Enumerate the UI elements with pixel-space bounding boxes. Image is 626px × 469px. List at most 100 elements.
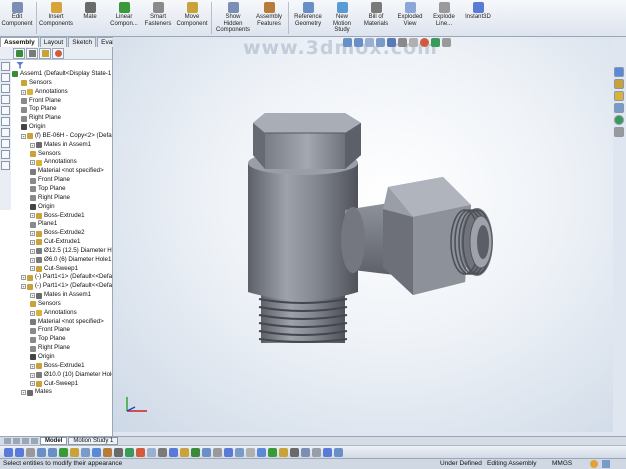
toolbar-tool-icon[interactable]	[103, 447, 112, 457]
tree-node[interactable]: + (-) Part1<1> (Default<<Defau	[12, 282, 112, 291]
toolbar-tool-icon[interactable]	[334, 447, 343, 457]
toolbar-tool-icon[interactable]	[180, 447, 189, 457]
tree-node[interactable]: + Cut-Sweep1	[12, 265, 112, 274]
toolbar-tool-icon[interactable]	[268, 447, 277, 457]
toolbar-tool-icon[interactable]	[290, 447, 299, 457]
side-tool-icon[interactable]	[1, 106, 10, 115]
exploded-view-button[interactable]: Exploded View	[393, 0, 427, 36]
tree-node[interactable]: + Cut-Sweep1	[12, 380, 112, 389]
expand-toggle-icon[interactable]: +	[21, 133, 26, 139]
toolbar-tool-icon[interactable]	[224, 447, 233, 457]
tree-node[interactable]: + Boss-Extrude2	[12, 229, 112, 238]
tree-node[interactable]: Origin	[12, 123, 112, 132]
expand-toggle-icon[interactable]: +	[30, 160, 35, 166]
toolbar-tool-icon[interactable]	[59, 447, 68, 457]
next-tab-arrow-icon[interactable]	[22, 438, 29, 444]
property-manager-tab[interactable]	[26, 47, 38, 59]
tree-node[interactable]: Right Plane	[12, 114, 112, 123]
toolbar-tool-icon[interactable]	[213, 447, 222, 457]
tab-sketch[interactable]: Sketch	[68, 37, 97, 47]
toolbar-tool-icon[interactable]	[81, 447, 90, 457]
tree-node[interactable]: Material <not specified>	[12, 318, 112, 327]
tab-model[interactable]: Model	[40, 437, 68, 445]
side-tool-icon[interactable]	[1, 84, 10, 93]
filter-icon[interactable]	[16, 61, 24, 69]
tree-node[interactable]: + Annotations	[12, 88, 112, 97]
feature-manager-tab[interactable]	[13, 47, 25, 59]
tree-node[interactable]: + Annotations	[12, 158, 112, 167]
graphics-area[interactable]: www.3dmox.com	[113, 37, 613, 432]
tree-node[interactable]: Front Plane	[12, 326, 112, 335]
toolbar-tool-icon[interactable]	[48, 447, 57, 457]
reference-geometry-button[interactable]: Reference Geometry	[291, 0, 325, 36]
tree-node[interactable]: Front Plane	[12, 97, 112, 106]
expand-toggle-icon[interactable]: +	[30, 142, 35, 148]
toolbar-tool-icon[interactable]	[114, 447, 123, 457]
tree-node[interactable]: + Mates in Assem1	[12, 291, 112, 300]
toolbar-tool-icon[interactable]	[279, 447, 288, 457]
3d-model-view[interactable]	[113, 37, 613, 432]
tree-node[interactable]: + Ø6.0 (6) Diameter Hole1	[12, 256, 112, 265]
assembly-features-button[interactable]: Assembly Features	[252, 0, 286, 36]
toolbar-tool-icon[interactable]	[235, 447, 244, 457]
expand-toggle-icon[interactable]: +	[30, 266, 35, 272]
expand-toggle-icon[interactable]: +	[21, 284, 26, 290]
side-tool-icon[interactable]	[1, 62, 10, 71]
last-tab-arrow-icon[interactable]	[31, 438, 38, 444]
toolbar-tool-icon[interactable]	[202, 447, 211, 457]
toolbar-tool-icon[interactable]	[323, 447, 332, 457]
expand-toggle-icon[interactable]: +	[30, 239, 35, 245]
mate-button[interactable]: Mate	[73, 0, 107, 36]
edit-component-button[interactable]: Edit Component	[0, 0, 34, 36]
toolbar-tool-icon[interactable]	[246, 447, 255, 457]
expand-toggle-icon[interactable]: +	[21, 275, 26, 281]
toolbar-tool-icon[interactable]	[301, 447, 310, 457]
toolbar-tool-icon[interactable]	[92, 447, 101, 457]
prev-tab-arrow-icon[interactable]	[13, 438, 20, 444]
tab-assembly[interactable]: Assembly	[0, 37, 39, 47]
expand-toggle-icon[interactable]: +	[30, 231, 35, 237]
tree-node[interactable]: + Ø12.5 (12.5) Diameter Hole1	[12, 247, 112, 256]
rebuild-icon[interactable]	[590, 460, 598, 468]
explode-line-button[interactable]: Explode Line...	[427, 0, 461, 36]
side-tool-icon[interactable]	[1, 161, 10, 170]
expand-toggle-icon[interactable]: +	[30, 381, 35, 387]
tree-node[interactable]: Top Plane	[12, 335, 112, 344]
toolbar-tool-icon[interactable]	[37, 447, 46, 457]
side-tool-icon[interactable]	[1, 117, 10, 126]
tree-node[interactable]: + Ø10.0 (10) Diameter Hole1	[12, 371, 112, 380]
show-hidden-button[interactable]: Show Hidden Components	[214, 0, 252, 36]
side-tool-icon[interactable]	[1, 128, 10, 137]
tree-node[interactable]: + Annotations	[12, 309, 112, 318]
side-tool-icon[interactable]	[1, 73, 10, 82]
tree-node[interactable]: + (-) Part1<1> (Default<<Defau	[12, 273, 112, 282]
resources-tab-icon[interactable]	[614, 67, 624, 77]
expand-toggle-icon[interactable]: +	[21, 390, 26, 396]
first-tab-arrow-icon[interactable]	[4, 438, 11, 444]
tree-node[interactable]: Right Plane	[12, 194, 112, 203]
tree-node[interactable]: + Mates	[12, 388, 112, 397]
tree-node[interactable]: Sensors	[12, 79, 112, 88]
tree-node[interactable]: Top Plane	[12, 185, 112, 194]
configuration-manager-tab[interactable]	[39, 47, 51, 59]
tree-node[interactable]: + (f) BE-06H - Copy<2> (Default	[12, 132, 112, 141]
expand-toggle-icon[interactable]: +	[30, 257, 35, 263]
view-palette-tab-icon[interactable]	[614, 103, 624, 113]
tree-node[interactable]: Assem1 (Default<Display State-1	[12, 70, 112, 79]
tree-node[interactable]: Material <not specified>	[12, 167, 112, 176]
toolbar-tool-icon[interactable]	[70, 447, 79, 457]
linear-pattern-button[interactable]: Linear Compon...	[107, 0, 141, 36]
toolbar-tool-icon[interactable]	[191, 447, 200, 457]
tree-node[interactable]: Top Plane	[12, 105, 112, 114]
toolbar-tool-icon[interactable]	[15, 447, 24, 457]
side-tool-icon[interactable]	[1, 139, 10, 148]
toolbar-tool-icon[interactable]	[257, 447, 266, 457]
appearances-tab-icon[interactable]	[614, 115, 624, 125]
toolbar-tool-icon[interactable]	[312, 447, 321, 457]
side-tool-icon[interactable]	[1, 150, 10, 159]
custom-properties-tab-icon[interactable]	[614, 127, 624, 137]
insert-components-button[interactable]: Insert Components	[39, 0, 73, 36]
tree-node[interactable]: + Boss-Extrude1	[12, 362, 112, 371]
file-explorer-tab-icon[interactable]	[614, 91, 624, 101]
toolbar-tool-icon[interactable]	[136, 447, 145, 457]
